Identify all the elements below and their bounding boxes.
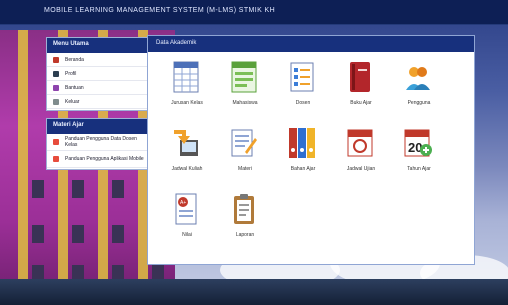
document-icon (53, 139, 59, 145)
tile-label: Dosen (295, 100, 311, 106)
tile-mahasiswa[interactable]: Mahasiswa (218, 60, 272, 118)
import-icon (174, 130, 198, 156)
book-icon (350, 62, 370, 92)
sidebar-item-profil[interactable]: Profil (47, 67, 149, 81)
tile-laporan[interactable]: Laporan (218, 192, 272, 250)
tile-label: Buku Ajar (350, 100, 372, 106)
tile-pengguna[interactable]: Pengguna (392, 60, 446, 118)
app-header: MOBILE LEARNING MANAGEMENT SYSTEM (M-LMS… (0, 0, 508, 25)
edit-icon (231, 129, 257, 157)
tile-label: Jadwal Ujian (346, 166, 376, 172)
sidebar-info-panel: Materi Ajar Panduan Pengguna Data Dosen … (46, 118, 150, 170)
svg-text:A+: A+ (180, 200, 186, 206)
tile-label: Tahun Ajar (407, 166, 431, 172)
logout-icon (53, 98, 59, 105)
calendar-icon (347, 129, 373, 157)
tile-jadwal-ujian[interactable]: Jadwal Ujian (334, 126, 388, 184)
home-icon (53, 56, 59, 63)
tile-label: Pengguna (407, 100, 431, 106)
tile-jadwal-kuliah[interactable]: Jadwal Kuliah (160, 126, 214, 184)
list-icon (290, 62, 314, 92)
sidebar-item-label: Profil (65, 70, 77, 77)
tile-tahun-ajar[interactable]: 20 Tahun Ajar (392, 126, 446, 184)
sidebar-link-panduan-mobile[interactable]: Panduan Pengguna Aplikasi Mobile (47, 151, 149, 168)
users-icon (406, 67, 430, 90)
tile-label: Laporan (235, 232, 255, 238)
sidebar-link-label: Panduan Pengguna Data Dosen Kelas (64, 136, 137, 148)
grades-icon: A+ (175, 193, 197, 225)
tile-label: Jadwal Kuliah (171, 166, 203, 172)
tile-bahan-ajar[interactable]: Bahan Ajar (276, 126, 330, 184)
sidebar-item-label: Bantuan (65, 84, 84, 91)
help-icon (53, 84, 59, 91)
tile-label: Mahasiswa (232, 100, 258, 106)
tile-label: Jurusan Kelas (171, 100, 203, 106)
tile-jurusan-kelas[interactable]: Jurusan Kelas (160, 60, 214, 118)
sidebar-info-title: Materi Ajar (47, 119, 149, 134)
sidebar-item-label: Keluar (65, 98, 80, 105)
sidebar-item-keluar[interactable]: Keluar (47, 95, 149, 109)
tile-label: Bahan Ajar (290, 166, 316, 172)
main-title: Data Akademik (148, 36, 474, 52)
sidebar-item-bantuan[interactable]: Bantuan (47, 81, 149, 95)
tile-label: Materi (238, 166, 252, 172)
user-icon (53, 70, 59, 77)
sidebar-item-label: Beranda (65, 56, 84, 63)
binders-icon (289, 128, 315, 158)
sidebar-menu-title: Menu Utama (47, 38, 149, 53)
sidebar-item-beranda[interactable]: Beranda (47, 53, 149, 67)
tile-buku-ajar[interactable]: Buku Ajar (334, 60, 388, 118)
tile-materi[interactable]: Materi (218, 126, 272, 184)
spreadsheet-icon (173, 61, 199, 93)
sidebar-link-label: Panduan Pengguna Aplikasi Mobile (65, 156, 144, 162)
tile-nilai[interactable]: A+ Nilai (160, 192, 214, 250)
calendar-20-icon: 20 (404, 129, 432, 157)
tile-label: Nilai (182, 232, 192, 238)
clipboard-icon (234, 194, 254, 224)
sidebar-menu-panel: Menu Utama Beranda Profil Bantuan Keluar (46, 37, 150, 111)
document-icon (53, 156, 59, 162)
svg-text:20: 20 (408, 140, 422, 155)
tile-dosen[interactable]: Dosen (276, 60, 330, 118)
main-panel: Data Akademik Jurusan Kelas Mahasiswa Do… (147, 35, 475, 265)
sidebar-link-panduan-dosen[interactable]: Panduan Pengguna Data Dosen Kelas (47, 134, 149, 151)
app-title: MOBILE LEARNING MANAGEMENT SYSTEM (M-LMS… (44, 7, 276, 14)
form-icon (231, 61, 257, 93)
